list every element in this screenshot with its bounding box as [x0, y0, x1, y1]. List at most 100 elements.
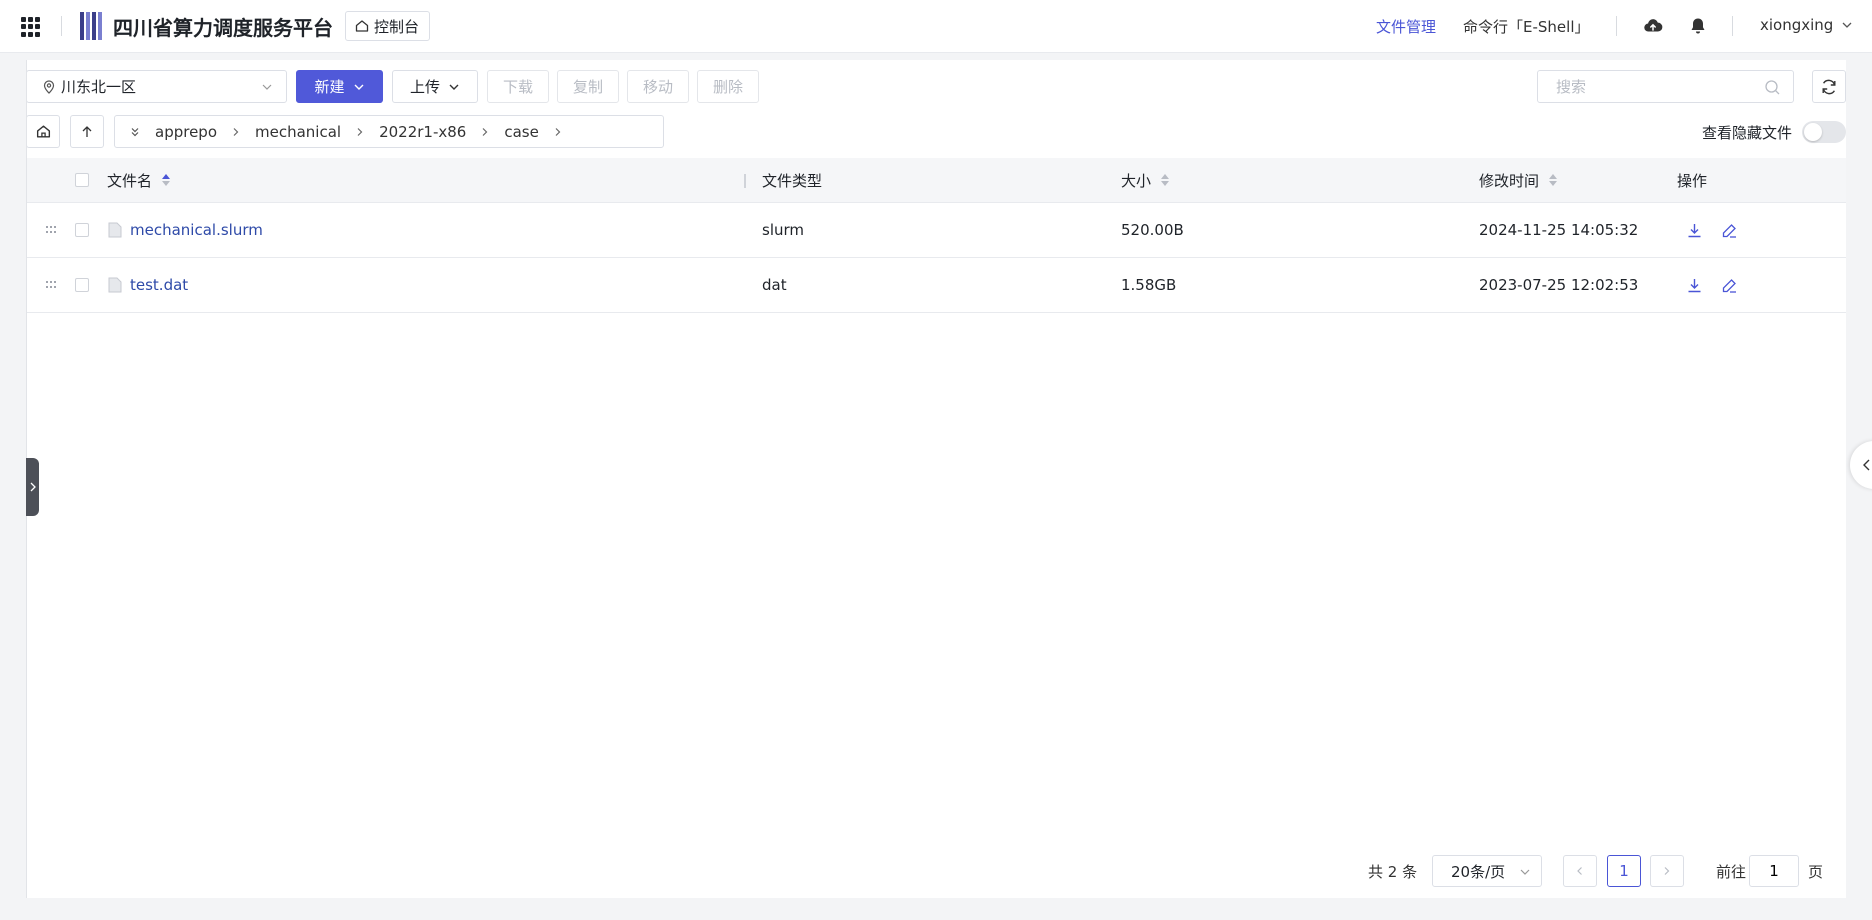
column-resizer[interactable] [744, 174, 746, 188]
breadcrumb-case[interactable]: case [504, 123, 538, 141]
pagination: 共 2 条 20条/页 1 前往 页 [26, 855, 1846, 887]
page-suffix: 页 [1808, 863, 1824, 881]
user-menu[interactable]: xiongxing [1760, 16, 1853, 34]
chevron-down-icon [354, 84, 363, 90]
refresh-button[interactable] [1812, 70, 1846, 103]
region-select[interactable]: 川东北一区 [26, 70, 287, 103]
new-label: 新建 [314, 78, 345, 96]
col-type-header: 文件类型 [762, 171, 823, 190]
drag-handle-icon[interactable] [46, 226, 58, 234]
copy-button[interactable]: 复制 [557, 70, 619, 103]
nav-eshell[interactable]: 命令行「E-Shell」 [1463, 16, 1589, 37]
home-icon [355, 20, 369, 32]
app-title: 四川省算力调度服务平台 [113, 16, 333, 40]
file-name-link[interactable]: test.dat [130, 276, 188, 294]
table-row[interactable]: mechanical.slurm slurm 520.00B 2024-11-2… [26, 203, 1846, 258]
file-mtime: 2024-11-25 14:05:32 [1479, 221, 1639, 239]
move-button[interactable]: 移动 [627, 70, 689, 103]
delete-button[interactable]: 删除 [697, 70, 759, 103]
chevron-right-icon [1664, 867, 1670, 875]
upload-label: 上传 [409, 78, 440, 96]
hidden-files-setting: 查看隐藏文件 [1702, 121, 1846, 143]
col-actions-header: 操作 [1677, 171, 1708, 190]
sort-name-icon[interactable] [162, 174, 171, 186]
cloud-upload-icon[interactable] [1643, 16, 1663, 36]
col-mtime-header: 修改时间 [1479, 171, 1540, 190]
breadcrumb-mechanical[interactable]: mechanical [255, 123, 341, 141]
region-value: 川东北一区 [61, 78, 137, 96]
file-type: slurm [762, 221, 805, 239]
home-button[interactable] [26, 115, 60, 148]
page-size-select[interactable]: 20条/页 [1432, 855, 1542, 887]
file-manager-panel: 川东北一区 新建 上传 下载 复制 移动 删除 搜索 apprepo mecha… [26, 60, 1846, 898]
hidden-files-toggle[interactable] [1802, 121, 1846, 143]
file-size: 520.00B [1121, 221, 1184, 239]
breadcrumb-2022r1-x86[interactable]: 2022r1-x86 [379, 123, 466, 141]
select-all-checkbox[interactable] [75, 173, 89, 187]
table-header: 文件名 文件类型 大小 修改时间 操作 [26, 158, 1846, 203]
chevron-right-icon [480, 127, 490, 137]
apps-grid-icon[interactable] [21, 17, 41, 37]
file-name-link[interactable]: mechanical.slurm [130, 221, 263, 239]
col-size-header: 大小 [1121, 171, 1152, 190]
chevron-right-icon [553, 127, 563, 137]
bell-icon[interactable] [1688, 16, 1708, 36]
sidebar-expand-handle[interactable] [26, 458, 39, 516]
new-button[interactable]: 新建 [296, 70, 383, 103]
divider [61, 16, 62, 36]
download-icon[interactable] [1686, 222, 1703, 239]
upload-button[interactable]: 上传 [392, 70, 478, 103]
col-name-header: 文件名 [107, 171, 153, 190]
page-number-button[interactable]: 1 [1607, 855, 1641, 887]
file-type: dat [762, 276, 787, 294]
table-row[interactable]: test.dat dat 1.58GB 2023-07-25 12:02:53 [26, 258, 1846, 313]
file-icon [108, 277, 122, 293]
right-panel-handle[interactable] [1850, 441, 1872, 489]
arrow-up-icon [82, 125, 92, 137]
chevron-right-icon [231, 127, 241, 137]
goto-label: 前往 [1716, 863, 1747, 881]
double-chevron-down-icon[interactable] [129, 126, 141, 138]
search-icon[interactable] [1764, 79, 1781, 96]
platform-logo [80, 12, 106, 40]
console-button[interactable]: 控制台 [345, 11, 431, 41]
file-table: 文件名 文件类型 大小 修改时间 操作 mechanical.slurm slu… [26, 158, 1846, 313]
refresh-icon [1822, 79, 1836, 94]
file-mtime: 2023-07-25 12:02:53 [1479, 276, 1639, 294]
path-bar: apprepo mechanical 2022r1-x86 case 查看隐藏文… [26, 115, 1846, 148]
breadcrumb: apprepo mechanical 2022r1-x86 case [114, 115, 664, 148]
download-icon[interactable] [1686, 277, 1703, 294]
chevron-down-icon [1520, 869, 1530, 875]
search-box [1537, 70, 1794, 103]
goto-page-input[interactable] [1749, 855, 1799, 887]
sort-size-icon[interactable] [1161, 174, 1170, 186]
nav-file-management[interactable]: 文件管理 [1376, 16, 1436, 37]
edit-icon[interactable] [1721, 222, 1738, 239]
drag-handle-icon[interactable] [46, 281, 58, 289]
file-icon [108, 222, 122, 238]
up-level-button[interactable] [70, 115, 104, 148]
search-input[interactable] [1556, 77, 1756, 96]
chevron-left-icon [1863, 459, 1870, 471]
chevron-down-icon [1842, 22, 1852, 28]
top-header: 四川省算力调度服务平台 控制台 文件管理 命令行「E-Shell」 xiongx… [0, 0, 1872, 53]
chevron-left-icon [1577, 867, 1582, 875]
breadcrumb-apprepo[interactable]: apprepo [155, 123, 217, 141]
sort-mtime-icon[interactable] [1549, 174, 1558, 186]
chevron-down-icon [449, 84, 459, 90]
total-count: 共 2 条 [1368, 863, 1418, 881]
chevron-down-icon [262, 84, 272, 90]
edit-icon[interactable] [1721, 277, 1738, 294]
toolbar: 川东北一区 新建 上传 下载 复制 移动 删除 [26, 70, 1846, 104]
home-icon [36, 125, 50, 138]
console-label: 控制台 [374, 17, 420, 36]
file-size: 1.58GB [1121, 276, 1177, 294]
next-page-button[interactable] [1650, 855, 1684, 887]
username: xiongxing [1760, 16, 1834, 34]
row-checkbox[interactable] [75, 278, 89, 292]
prev-page-button[interactable] [1563, 855, 1597, 887]
page-size-value: 20条/页 [1451, 862, 1506, 881]
download-button[interactable]: 下载 [487, 70, 549, 103]
row-checkbox[interactable] [75, 223, 89, 237]
chevron-right-icon [30, 482, 36, 492]
